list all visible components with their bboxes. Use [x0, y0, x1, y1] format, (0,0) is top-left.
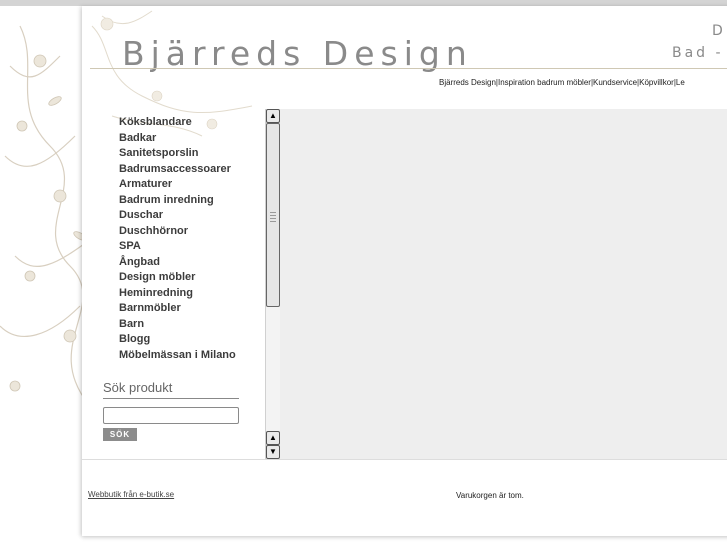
category-duschar[interactable]: Duschar — [119, 208, 236, 224]
search-input[interactable] — [103, 407, 239, 424]
category-badrum-inredning[interactable]: Badrum inredning — [119, 193, 236, 209]
tagline-line-1: D — [712, 23, 726, 39]
grip-icon — [270, 210, 276, 222]
category-blogg[interactable]: Blogg — [119, 332, 236, 348]
nav-link-truncated[interactable]: Le — [676, 78, 685, 87]
category-koksblandare[interactable]: Köksblandare — [119, 115, 236, 131]
main-content-frame — [280, 109, 727, 459]
nav-link-kundservice[interactable]: Kundservice — [593, 78, 637, 87]
category-badrumsaccessoarer[interactable]: Badrumsaccessoarer — [119, 162, 236, 178]
category-barn[interactable]: Barn — [119, 317, 236, 333]
category-design-mobler[interactable]: Design möbler — [119, 270, 236, 286]
footer-divider — [82, 459, 727, 460]
ebutik-link[interactable]: Webbutik från e-butik.se — [88, 490, 174, 499]
search-divider — [103, 398, 239, 399]
nav-link-inspiration[interactable]: Inspiration badrum möbler — [498, 78, 591, 87]
category-menu: Köksblandare Badkar Sanitetsporslin Badr… — [119, 115, 236, 363]
category-mobelmassan[interactable]: Möbelmässan i Milano — [119, 348, 236, 364]
frame-scrollbar[interactable]: ▲ ▲ ▼ — [265, 109, 280, 459]
nav-link-home[interactable]: Bjärreds Design — [439, 78, 496, 87]
top-navigation: Bjärreds Design|Inspiration badrum möble… — [439, 78, 685, 87]
tagline-line-2: Bad - H — [672, 45, 727, 61]
category-armaturer[interactable]: Armaturer — [119, 177, 236, 193]
scrollbar-thumb[interactable] — [266, 123, 280, 307]
category-barnmobler[interactable]: Barnmöbler — [119, 301, 236, 317]
page-container: Bjärreds Design D Bad - H Bjärreds Desig… — [82, 6, 727, 536]
scroll-up-icon-bottom[interactable]: ▲ — [266, 431, 280, 445]
scroll-down-icon[interactable]: ▼ — [266, 445, 280, 459]
category-sanitetsporslin[interactable]: Sanitetsporslin — [119, 146, 236, 162]
scroll-up-icon[interactable]: ▲ — [266, 109, 280, 123]
category-spa[interactable]: SPA — [119, 239, 236, 255]
nav-link-kopvillkor[interactable]: Köpvillkor — [639, 78, 674, 87]
category-heminredning[interactable]: Heminredning — [119, 286, 236, 302]
cart-status: Varukorgen är tom. — [456, 491, 524, 500]
header-divider — [90, 68, 727, 69]
category-angbad[interactable]: Ångbad — [119, 255, 236, 271]
category-badkar[interactable]: Badkar — [119, 131, 236, 147]
search-button[interactable]: SÖK — [103, 428, 137, 441]
category-duschhornor[interactable]: Duschhörnor — [119, 224, 236, 240]
search-heading: Sök produkt — [103, 380, 173, 395]
